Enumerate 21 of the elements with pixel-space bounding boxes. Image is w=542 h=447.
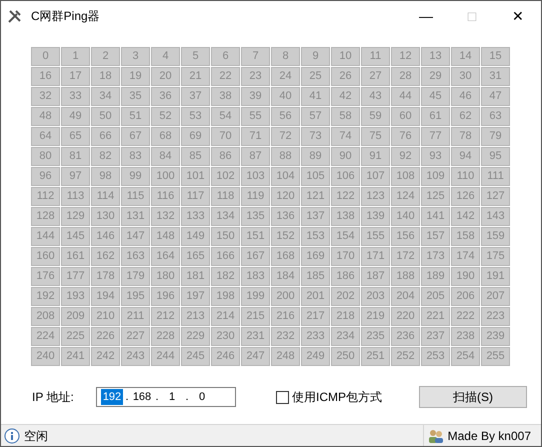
- credit-text: Made By kn007: [448, 428, 531, 444]
- close-button[interactable]: ✕: [495, 1, 541, 31]
- ip-address-field[interactable]: 192 . 168 . 1 . 0: [96, 387, 236, 407]
- users-icon: [428, 428, 444, 444]
- minimize-button[interactable]: —: [403, 1, 449, 31]
- octet-separator: .: [154, 390, 160, 405]
- tools-icon: [7, 8, 23, 24]
- octet-input[interactable]: 0: [191, 388, 213, 406]
- status-text: 空闲: [24, 428, 48, 444]
- icmp-checkbox[interactable]: [276, 390, 289, 404]
- info-icon: [4, 428, 20, 444]
- octet-separator: .: [184, 390, 190, 405]
- maximize-button[interactable]: □: [449, 1, 495, 31]
- octet-input[interactable]: 168: [131, 388, 153, 406]
- scan-button[interactable]: 扫描(S): [419, 386, 527, 408]
- octet-input[interactable]: 1: [161, 388, 183, 406]
- octet-input[interactable]: 192: [101, 388, 123, 406]
- octet-separator: .: [124, 390, 130, 405]
- window-title: C网群Ping器: [31, 8, 100, 25]
- icmp-label: 使用ICMP包方式: [292, 389, 382, 406]
- ip-label: IP 地址:: [32, 389, 75, 406]
